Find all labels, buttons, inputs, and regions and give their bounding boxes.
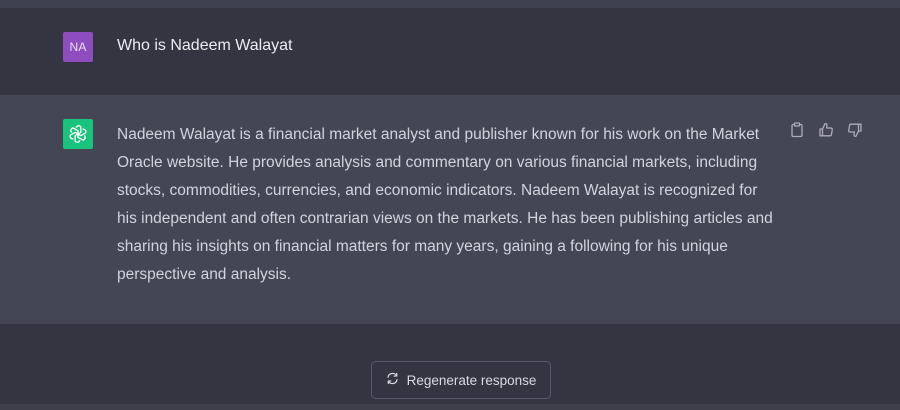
refresh-icon (386, 372, 399, 388)
input-area-edge (0, 404, 900, 410)
assistant-message-text: Nadeem Walayat is a financial market ana… (117, 126, 773, 283)
previous-message-edge (0, 0, 900, 8)
user-message-row: NA Who is Nadeem Walayat (0, 8, 900, 95)
chat-window: NA Who is Nadeem Walayat Nadeem Walayat … (0, 0, 900, 410)
user-avatar: NA (63, 32, 93, 62)
assistant-message-row: Nadeem Walayat is a financial market ana… (0, 95, 900, 324)
message-actions (788, 121, 864, 139)
regenerate-response-button[interactable]: Regenerate response (371, 361, 551, 399)
openai-logo-icon (63, 119, 93, 149)
thumbs-down-icon[interactable] (846, 121, 864, 139)
thumbs-up-icon[interactable] (817, 121, 835, 139)
copy-icon[interactable] (788, 121, 806, 139)
regenerate-label: Regenerate response (406, 372, 537, 388)
user-message-text: Who is Nadeem Walayat (117, 37, 293, 54)
